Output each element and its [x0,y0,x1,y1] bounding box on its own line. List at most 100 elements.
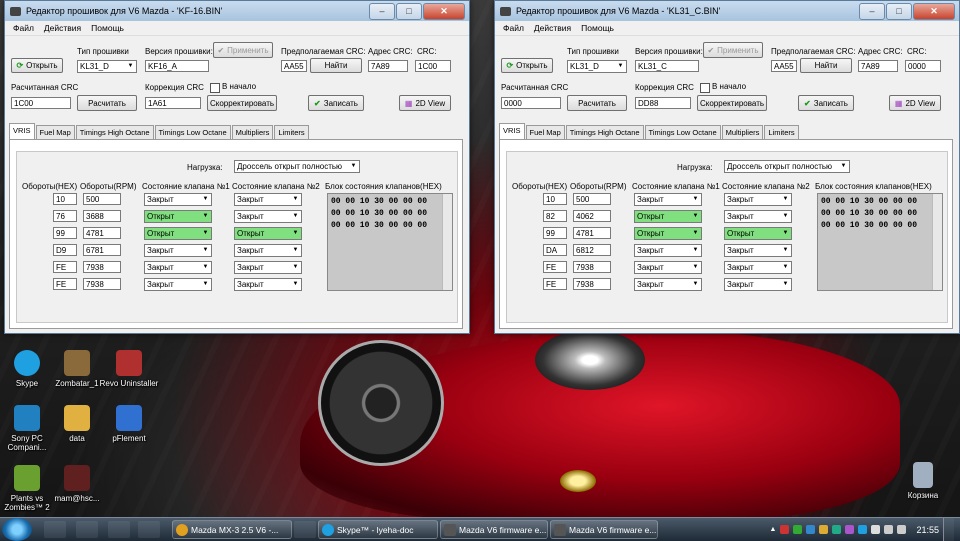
rpm-hex-field[interactable]: FE [543,278,567,290]
scrollbar[interactable] [442,194,452,290]
fw-type-select[interactable]: KL31_D ▼ [77,60,137,73]
taskbar-task-firmware-editor-2[interactable]: Mazda V6 firmware e... [550,520,658,539]
pinned-app-icon[interactable] [294,521,316,538]
rpm-hex-field[interactable]: 99 [543,227,567,239]
title-bar[interactable]: Редактор прошивок для V6 Mazda - 'KF-16.… [5,1,469,21]
calculate-button[interactable]: Расчитать [567,95,627,111]
valve-block-field[interactable]: 00 00 10 30 00 00 00 00 00 10 30 00 00 0… [817,193,943,291]
tray-expand-icon[interactable]: ▲ [770,526,777,533]
pinned-media-player-icon[interactable] [76,521,98,538]
open-button[interactable]: ⟳ Открыть [11,58,63,73]
pinned-explorer-icon[interactable] [44,521,66,538]
apply-button[interactable]: ✔ Применить [213,42,273,58]
start-button[interactable] [2,518,32,541]
load-select[interactable]: Дроссель открыт полностью ▼ [724,160,850,173]
valve-2-select[interactable]: Закрыт ▼ [234,210,302,223]
desktop-icon-recycle-bin[interactable]: Корзина [888,462,958,500]
pinned-app-icon[interactable] [108,521,130,538]
valve-1-select[interactable]: Закрыт ▼ [144,278,212,291]
rpm-field[interactable]: 6781 [83,244,121,256]
flag-icon[interactable] [871,525,881,534]
at-start-checkbox[interactable] [210,83,220,93]
2d-view-button[interactable]: ▦ 2D View [399,95,451,111]
tab-fuel-map[interactable]: Fuel Map [35,125,75,139]
valve-1-select[interactable]: Закрыт ▼ [144,261,212,274]
tab-limiters[interactable]: Limiters [274,125,309,139]
rpm-hex-field[interactable]: 10 [53,193,77,205]
correct-button[interactable]: Скорректировать [697,95,767,111]
menu-actions[interactable]: Действия [44,23,81,33]
calculated-crc-field[interactable]: 1C00 [11,97,71,109]
crc-address-field[interactable]: 7A89 [368,60,408,72]
valve-block-field[interactable]: 00 00 10 30 00 00 00 00 00 10 30 00 00 0… [327,193,453,291]
fw-version-field[interactable]: KF16_A [145,60,209,72]
rpm-field[interactable]: 500 [573,193,611,205]
crc-field[interactable]: 1C00 [415,60,451,72]
valve-2-select[interactable]: Закрыт ▼ [234,278,302,291]
tab-fuel-map[interactable]: Fuel Map [525,125,565,139]
taskbar-task-chrome[interactable]: Mazda MX-3 2.5 V6 -... [172,520,292,539]
correct-button[interactable]: Скорректировать [207,95,277,111]
pinned-app-icon[interactable] [138,521,160,538]
calculated-crc-field[interactable]: 0000 [501,97,561,109]
valve-1-select[interactable]: Закрыт ▼ [144,244,212,257]
valve-2-select[interactable]: Открыт ▼ [724,227,792,240]
expected-crc-field[interactable]: AA55 [281,60,307,72]
valve-2-select[interactable]: Закрыт ▼ [724,261,792,274]
crc-correction-field[interactable]: 1A61 [145,97,201,109]
volume-icon[interactable] [897,525,907,534]
open-button[interactable]: ⟳ Открыть [501,58,553,73]
valve-1-select[interactable]: Открыт ▼ [144,227,212,240]
tray-app-icon[interactable] [780,525,790,534]
tab-multipliers[interactable]: Multipliers [721,125,764,139]
taskbar-task-firmware-editor-1[interactable]: Mazda V6 firmware e... [440,520,548,539]
tab-multipliers[interactable]: Multipliers [231,125,274,139]
rpm-hex-field[interactable]: FE [543,261,567,273]
apply-button[interactable]: ✔ Применить [703,42,763,58]
rpm-hex-field[interactable]: 10 [543,193,567,205]
valve-2-select[interactable]: Открыт ▼ [234,227,302,240]
clock[interactable]: 21:55 [916,525,939,535]
maximize-button[interactable]: □ [396,2,422,20]
tray-app-icon[interactable] [858,525,868,534]
menu-file[interactable]: Файл [503,23,524,33]
valve-1-select[interactable]: Закрыт ▼ [634,193,702,206]
fw-version-field[interactable]: KL31_C [635,60,699,72]
close-button[interactable]: ✕ [913,2,955,20]
valve-2-select[interactable]: Закрыт ▼ [234,244,302,257]
crc-address-field[interactable]: 7A89 [858,60,898,72]
maximize-button[interactable]: □ [886,2,912,20]
calculate-button[interactable]: Расчитать [77,95,137,111]
tab-vris[interactable]: VRIS [499,123,525,139]
desktop-icon-mam[interactable]: mam@hsc... [42,465,112,503]
tab-timings-low-octane[interactable]: Timings Low Octane [644,125,721,139]
load-select[interactable]: Дроссель открыт полностью ▼ [234,160,360,173]
valve-1-select[interactable]: Открыт ▼ [634,210,702,223]
find-button[interactable]: Найти [310,58,362,73]
valve-2-select[interactable]: Закрыт ▼ [724,244,792,257]
rpm-hex-field[interactable]: 76 [53,210,77,222]
rpm-hex-field[interactable]: 82 [543,210,567,222]
menu-help[interactable]: Помощь [91,23,124,33]
desktop-icon-pflement[interactable]: pFlement [94,405,164,443]
show-desktop-button[interactable] [943,518,954,541]
valve-2-select[interactable]: Закрыт ▼ [234,193,302,206]
taskbar-task-skype[interactable]: Skype™ - lyeha-doc [318,520,438,539]
valve-2-select[interactable]: Закрыт ▼ [724,210,792,223]
valve-2-select[interactable]: Закрыт ▼ [234,261,302,274]
scrollbar[interactable] [932,194,942,290]
menu-file[interactable]: Файл [13,23,34,33]
crc-field[interactable]: 0000 [905,60,941,72]
rpm-field[interactable]: 7938 [573,261,611,273]
tray-app-icon[interactable] [819,525,829,534]
rpm-hex-field[interactable]: FE [53,278,77,290]
valve-1-select[interactable]: Закрыт ▼ [144,193,212,206]
rpm-field[interactable]: 6812 [573,244,611,256]
valve-2-select[interactable]: Закрыт ▼ [724,278,792,291]
valve-2-select[interactable]: Закрыт ▼ [724,193,792,206]
minimize-button[interactable]: – [369,2,395,20]
rpm-field[interactable]: 4062 [573,210,611,222]
tab-limiters[interactable]: Limiters [764,125,799,139]
at-start-checkbox[interactable] [700,83,710,93]
menu-actions[interactable]: Действия [534,23,571,33]
